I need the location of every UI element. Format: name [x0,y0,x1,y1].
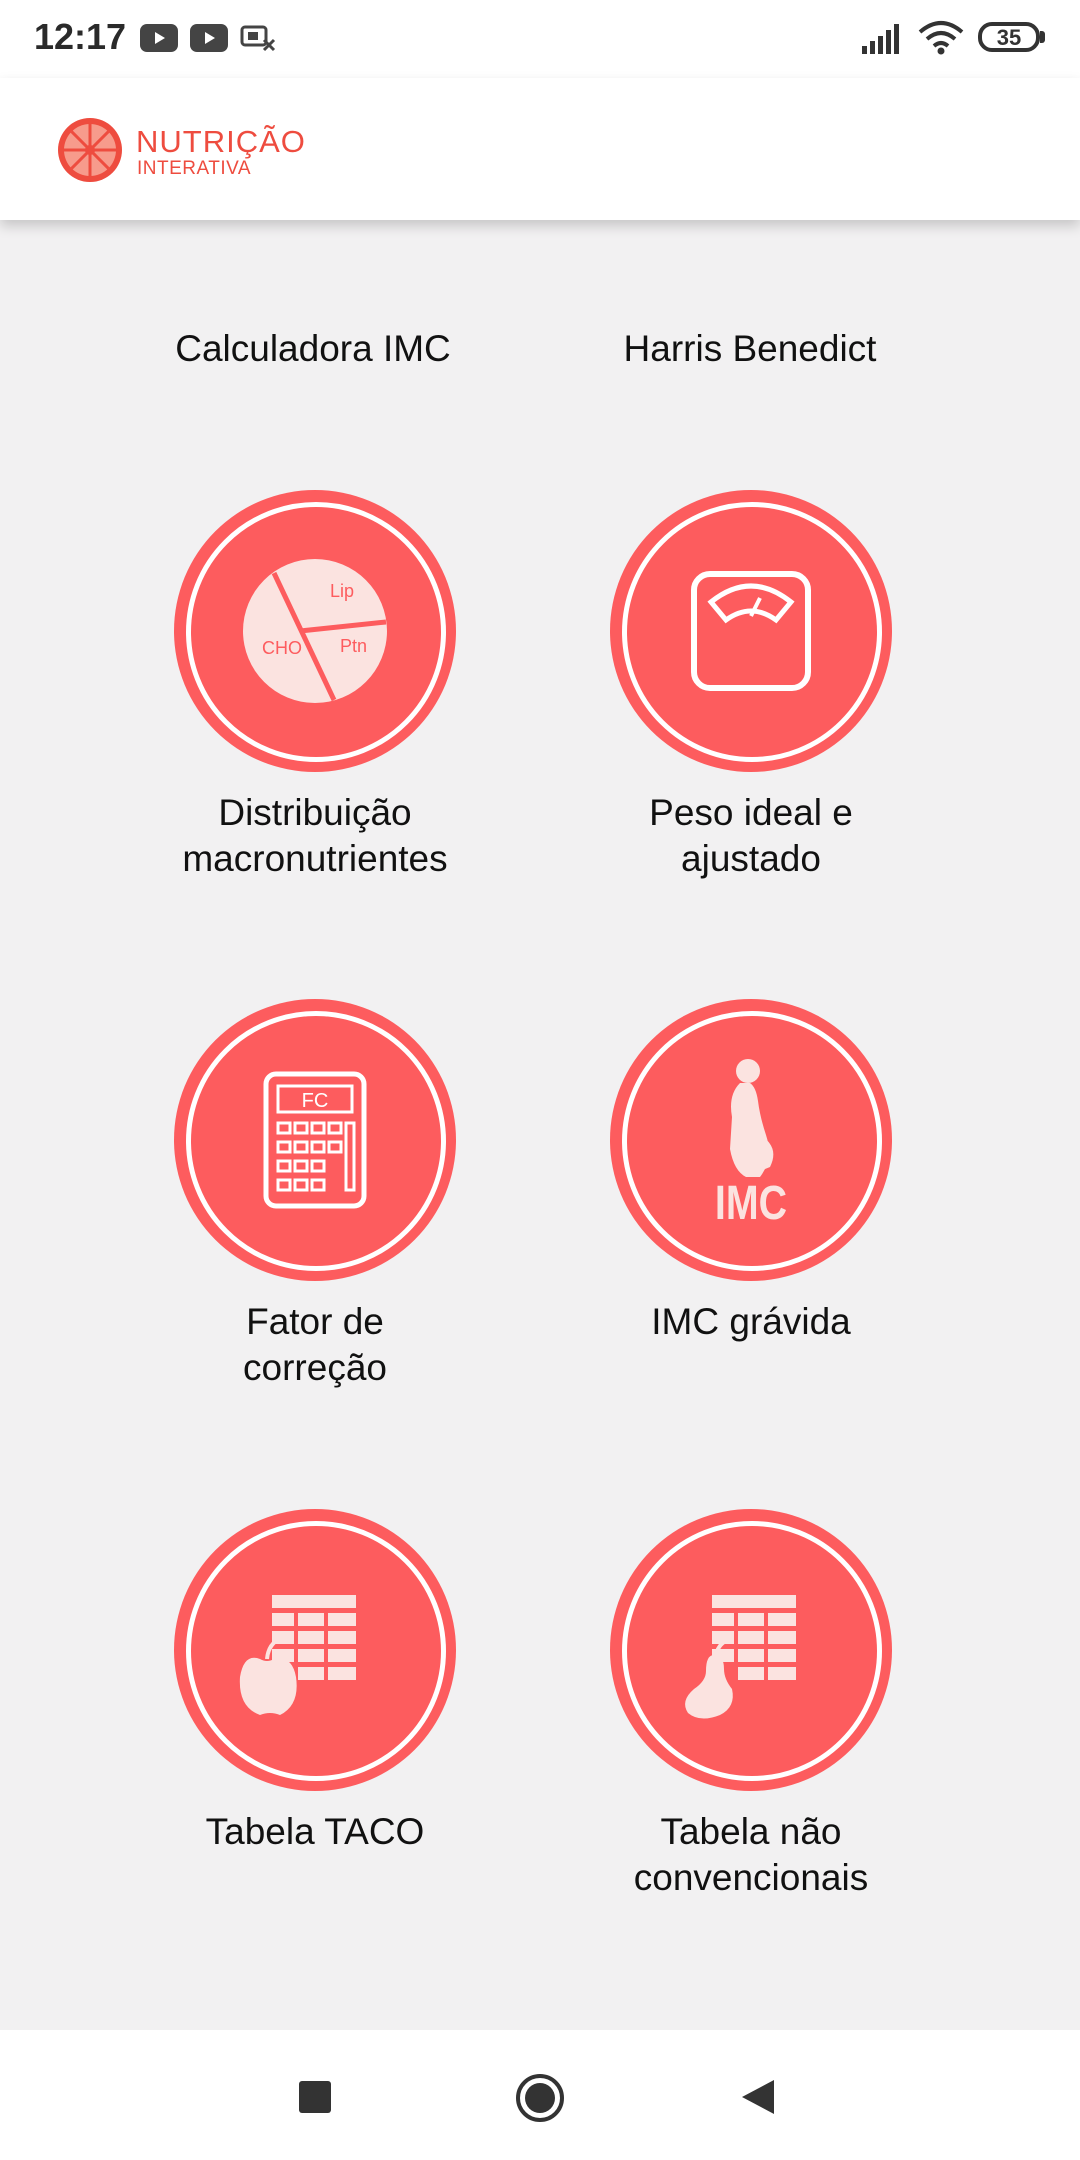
tile-circle [610,490,892,772]
status-bar: 12:17 35 [0,0,1080,78]
harris-benedict-button[interactable]: Harris Benedict [530,328,970,370]
logo-title: NUTRIÇÃO [136,124,306,159]
tile-tabela-nao-convencionais[interactable]: Tabela não convencionais [524,1509,964,1949]
tile-label-line1: Peso ideal e [649,792,853,833]
tile-label: Tabela não convencionais [524,1809,978,1901]
battery-icon: 35 [978,22,1040,52]
tile-peso-ideal-ajustado[interactable]: Peso ideal e ajustado [524,490,964,930]
pie-chart-icon: Lip CHO Ptn [243,559,387,703]
logo-subtitle: INTERATIVA [137,158,252,179]
tile-fator-correcao[interactable]: FC Fator de correção [88,999,528,1439]
battery-tip [1040,31,1045,43]
tile-label-line2: convencionais [633,1857,869,1898]
tile-label: Distribuição macronutrientes [88,790,542,882]
tile-label-line1: IMC grávida [651,1301,851,1342]
calculator-display-text: FC [302,1090,329,1112]
tile-label: Fator de correção [88,1299,542,1391]
recents-button[interactable] [298,2080,332,2114]
pie-label-lip: Lip [330,581,354,601]
calculator-icon: FC [263,1071,367,1209]
tile-label-line1: Distribuição [218,792,412,833]
tile-distribuicao-macronutrientes[interactable]: Lip CHO Ptn Distribuição macronutrientes [88,490,528,930]
tile-circle: FC [174,999,456,1281]
app-bar: NUTRIÇÃO INTERATIVA [0,78,1080,220]
system-nav-bar [0,2030,1080,2160]
signal-icon [862,24,899,54]
pie-label-cho: CHO [262,638,302,658]
pie-label-ptn: Ptn [340,636,367,656]
tile-imc-gravida[interactable]: IMC IMC grávida [524,999,964,1439]
tile-circle: IMC [610,999,892,1281]
wifi-icon [918,21,964,55]
youtube-icon [140,24,178,52]
back-button[interactable] [740,2078,776,2116]
table-apple-icon [239,1595,356,1715]
youtube-icon [190,24,228,52]
grapefruit-logo-icon [58,118,122,182]
tile-circle: Lip CHO Ptn [174,490,456,772]
tile-label: Tabela TACO [88,1809,542,1855]
table-pear-icon [685,1595,796,1719]
screen: 12:17 35 NUTRIÇÃO INTERATIVA Calculadora… [0,0,1080,2160]
tile-label: Peso ideal e ajustado [524,790,978,882]
tile-circle [174,1509,456,1791]
home-button[interactable] [514,2072,566,2124]
tile-label-line2: correção [243,1347,387,1388]
tile-tabela-taco[interactable]: Tabela TACO [88,1509,528,1949]
pregnant-woman-icon: IMC [715,1059,787,1230]
tile-label: IMC grávida [524,1299,978,1345]
calculadora-imc-button[interactable]: Calculadora IMC [93,328,533,370]
tile-label-line1: Tabela não [660,1811,842,1852]
tile-label-line2: macronutrientes [182,838,448,879]
tile-circle [610,1509,892,1791]
status-time: 12:17 [34,16,127,57]
tile-label-line1: Fator de [246,1301,384,1342]
cast-icon [240,25,276,52]
tile-label-line1: Tabela TACO [205,1811,425,1852]
imc-icon-text: IMC [715,1176,787,1230]
tile-label-line2: ajustado [681,838,821,879]
scale-icon [691,571,811,691]
